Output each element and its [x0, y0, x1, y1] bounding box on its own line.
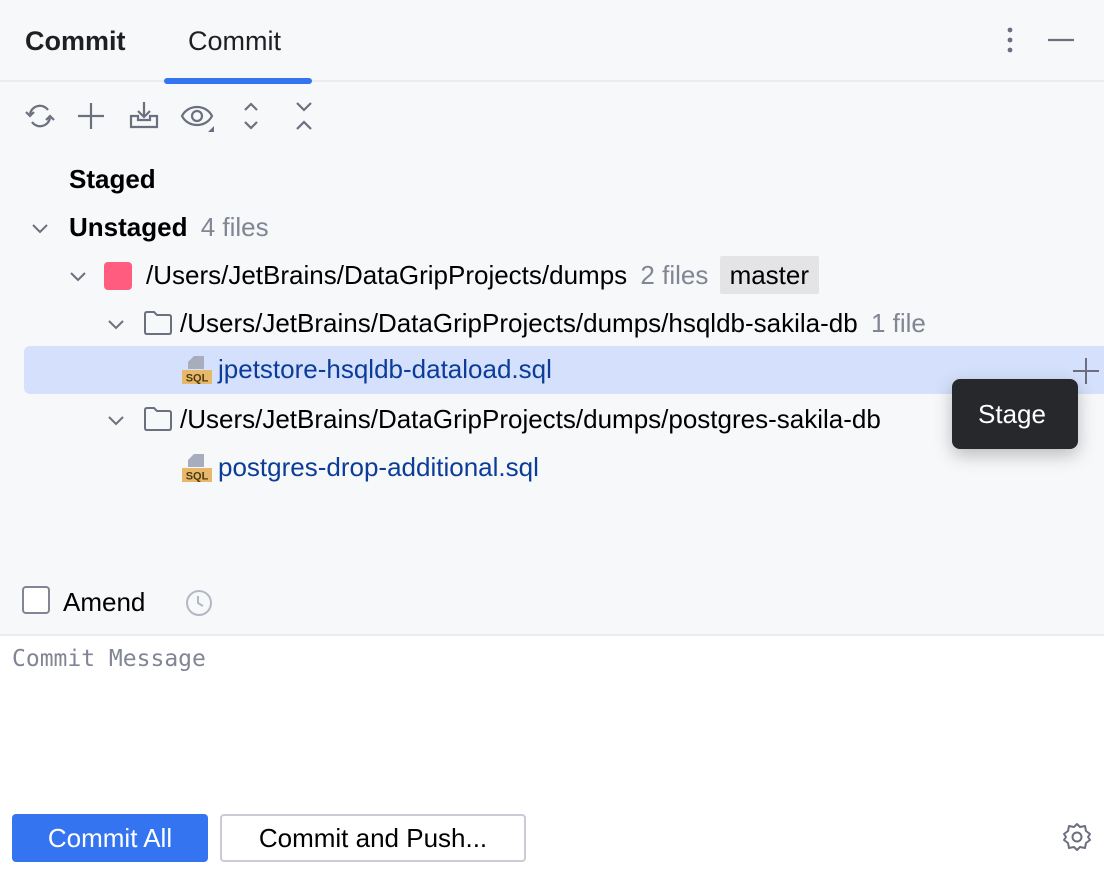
file-name[interactable]: jpetstore-hsqldb-dataload.sql: [218, 354, 552, 385]
staged-group[interactable]: Staged: [0, 156, 1104, 204]
amend-checkbox[interactable]: [22, 586, 50, 614]
view-options-button[interactable]: [174, 94, 218, 138]
tab-commit-label: Commit: [188, 26, 281, 56]
chevron-down-icon[interactable]: [67, 266, 89, 288]
refresh-button[interactable]: [18, 94, 62, 138]
eye-icon: [180, 105, 214, 132]
active-tab-indicator: [164, 78, 312, 84]
repo-path: /Users/JetBrains/DataGripProjects/dumps: [146, 260, 628, 290]
folder-path: /Users/JetBrains/DataGripProjects/dumps/…: [180, 308, 858, 338]
collapse-icon: [296, 102, 312, 130]
more-options-icon[interactable]: [998, 26, 1022, 61]
refresh-icon: [25, 104, 55, 128]
sql-icon-label: SQL: [186, 471, 209, 483]
file-name[interactable]: postgres-drop-additional.sql: [218, 452, 539, 483]
folder-icon: [144, 311, 172, 335]
gear-icon[interactable]: [1062, 822, 1092, 852]
repo-file-count: 2 files: [640, 260, 709, 290]
unstaged-label: Unstaged: [69, 212, 188, 242]
expand-icon: [244, 102, 258, 130]
expand-all-button[interactable]: [229, 94, 273, 138]
file-row[interactable]: SQL jpetstore-hsqldb-dataload.sql: [0, 346, 1104, 394]
sql-file-icon: SQL: [182, 454, 212, 483]
folder-file-count: 1 file: [870, 308, 926, 338]
clock-icon[interactable]: [184, 588, 214, 618]
stage-tooltip: Stage: [952, 379, 1078, 449]
staged-label: Staged: [69, 164, 156, 194]
repo-color-icon: [104, 262, 132, 290]
tool-window-header: Commit Commit: [0, 0, 1104, 84]
commit-all-button[interactable]: Commit All: [12, 814, 208, 862]
chevron-down-icon[interactable]: [105, 410, 127, 432]
folder-node[interactable]: /Users/JetBrains/DataGripProjects/dumps/…: [0, 396, 1104, 444]
stage-file-plus-icon[interactable]: [1072, 357, 1100, 385]
chevron-down-icon[interactable]: [29, 218, 51, 240]
minimize-icon[interactable]: [1046, 26, 1076, 61]
sql-icon-label: SQL: [186, 373, 209, 385]
unstaged-group[interactable]: Unstaged 4 files: [0, 204, 1104, 252]
amend-label: Amend: [63, 587, 146, 617]
folder-path: /Users/JetBrains/DataGripProjects/dumps/…: [180, 404, 881, 434]
commit-message-panel: Commit All Commit and Push...: [0, 634, 1104, 872]
plus-icon: [78, 103, 104, 129]
stage-all-button[interactable]: [69, 94, 113, 138]
shelve-button[interactable]: [122, 94, 166, 138]
sql-file-icon: SQL: [182, 356, 212, 385]
tab-commit[interactable]: Commit: [164, 0, 312, 84]
folder-node[interactable]: /Users/JetBrains/DataGripProjects/dumps/…: [0, 300, 1104, 348]
unstaged-count: 4 files: [200, 212, 269, 242]
repository-node[interactable]: /Users/JetBrains/DataGripProjects/dumps …: [0, 252, 1104, 300]
file-row[interactable]: SQL postgres-drop-additional.sql: [0, 444, 1104, 492]
tool-window-title: Commit: [25, 26, 126, 56]
collapse-all-button[interactable]: [282, 94, 326, 138]
chevron-down-icon[interactable]: [105, 314, 127, 336]
download-icon: [129, 102, 159, 129]
commit-message-input[interactable]: [0, 636, 1104, 796]
folder-icon: [144, 407, 172, 431]
tooltip-text: Stage: [978, 399, 1046, 429]
branch-badge: master: [719, 256, 820, 294]
commit-and-push-button[interactable]: Commit and Push...: [220, 814, 526, 862]
